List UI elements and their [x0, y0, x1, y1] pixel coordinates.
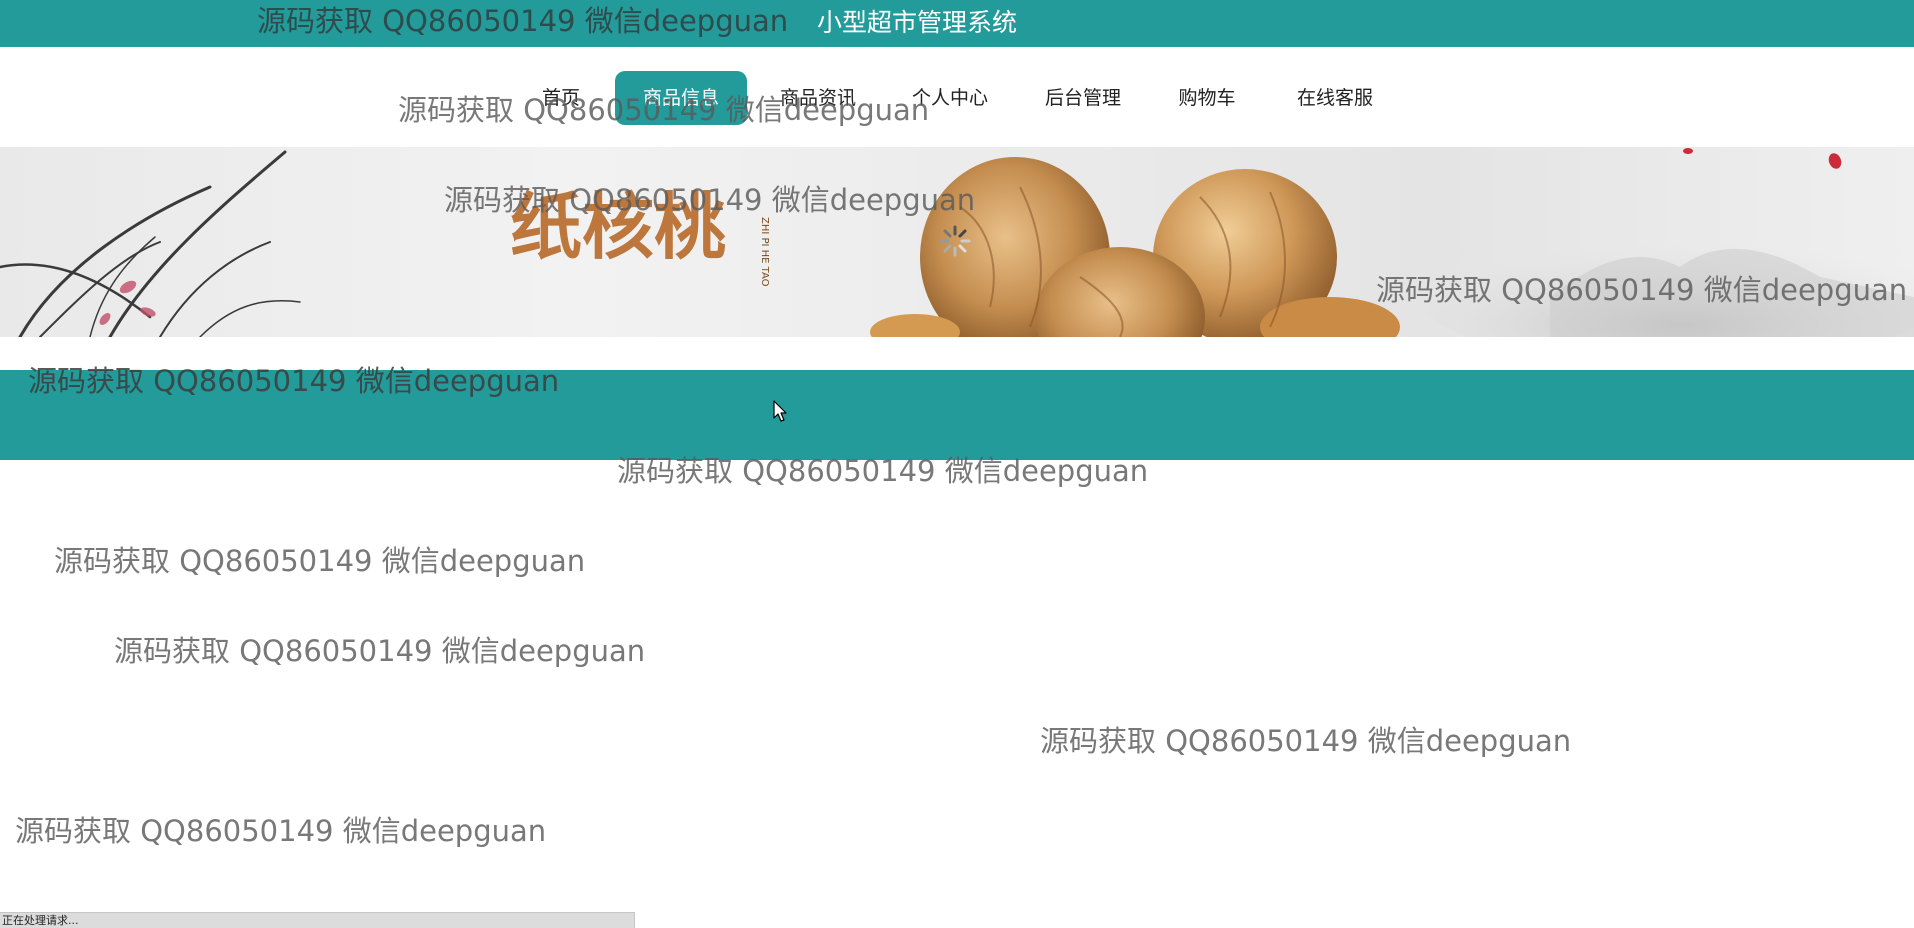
watermark-text: 源码获取 QQ86050149 微信deepguan [54, 544, 586, 578]
banner-pinyin: ZHI PI HE TAO [759, 217, 770, 287]
section-band [0, 370, 1914, 460]
nav-item-cart[interactable]: 购物车 [1168, 71, 1246, 125]
site-title: 小型超市管理系统 [817, 8, 1018, 37]
top-header-bar: 小型超市管理系统 [0, 0, 1914, 47]
nav-item-admin[interactable]: 后台管理 [1033, 71, 1133, 125]
nav-item-home[interactable]: 首页 [529, 71, 593, 125]
loading-spinner-icon [939, 225, 971, 257]
nav-item-products[interactable]: 商品信息 [615, 71, 747, 125]
main-nav: 首页 商品信息 商品资讯 个人中心 后台管理 购物车 在线客服 [0, 47, 1914, 147]
watermark-text: 源码获取 QQ86050149 微信deepguan [1040, 724, 1572, 758]
mouse-pointer-icon [773, 400, 787, 422]
watermark-text: 源码获取 QQ86050149 微信deepguan [114, 634, 646, 668]
nav-item-profile[interactable]: 个人中心 [900, 71, 1000, 125]
nav-item-news[interactable]: 商品资讯 [768, 71, 868, 125]
status-text: 正在处理请求... [2, 914, 79, 927]
nav-item-customer-service[interactable]: 在线客服 [1285, 71, 1385, 125]
browser-status-bar: 正在处理请求... [0, 912, 635, 928]
banner-calligraphy: 纸核桃 [510, 184, 726, 269]
watermark-text: 源码获取 QQ86050149 微信deepguan [15, 814, 547, 848]
